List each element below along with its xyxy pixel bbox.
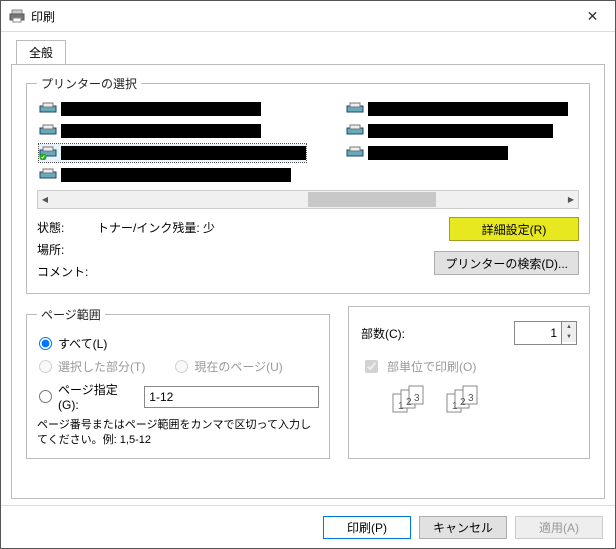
- redacted-text: [368, 102, 568, 116]
- print-dialog: 印刷 ✕ 全般 プリンターの選択: [0, 0, 616, 549]
- copies-input[interactable]: [514, 321, 562, 345]
- dialog-footer: 印刷(P) キャンセル 適用(A): [1, 505, 615, 548]
- redacted-text: [61, 168, 291, 182]
- tab-panel-general: プリンターの選択: [11, 64, 605, 499]
- collate-diagram: 1 2 3 1 2 3: [389, 384, 579, 414]
- printer-selection-legend: プリンターの選択: [37, 75, 141, 92]
- printer-icon: [39, 168, 57, 182]
- collate-label: 部単位で印刷(O): [387, 358, 476, 375]
- printer-item[interactable]: [346, 144, 568, 162]
- find-printer-button[interactable]: プリンターの検索(D)...: [434, 251, 579, 275]
- spinner-down-icon[interactable]: ▼: [562, 332, 576, 342]
- svg-text:1: 1: [398, 401, 404, 412]
- cancel-button[interactable]: キャンセル: [419, 516, 507, 539]
- redacted-text: [61, 124, 261, 138]
- redacted-text: [368, 124, 553, 138]
- printer-item[interactable]: [346, 122, 568, 140]
- printer-default-icon: [39, 146, 57, 160]
- close-icon: ✕: [587, 8, 599, 25]
- radio-all[interactable]: [39, 337, 52, 350]
- scroll-track[interactable]: [52, 192, 564, 207]
- scroll-thumb[interactable]: [308, 192, 436, 207]
- copies-label: 部数(C):: [361, 325, 504, 342]
- printer-item[interactable]: [39, 100, 306, 118]
- comment-label: コメント:: [37, 261, 97, 283]
- pages-input[interactable]: [144, 386, 319, 408]
- dialog-body: 全般 プリンターの選択: [1, 32, 615, 505]
- radio-selection-label: 選択した部分(T): [58, 358, 145, 375]
- svg-text:2: 2: [460, 397, 466, 408]
- printer-selection-group: プリンターの選択: [26, 75, 590, 294]
- copies-group: 部数(C): ▲ ▼ 部単位で印刷(O): [348, 306, 590, 459]
- printer-icon: [346, 124, 364, 138]
- radio-all-label: すべて(L): [58, 335, 107, 352]
- tab-strip: 全般: [11, 40, 605, 65]
- printer-status-block: 状態: トナー/インク残量: 少 場所: コメント:: [37, 217, 434, 283]
- close-button[interactable]: ✕: [570, 1, 615, 31]
- page-range-group: ページ範囲 すべて(L) 選択した部分(T): [26, 306, 330, 459]
- status-value: トナー/インク残量: 少: [97, 217, 215, 239]
- printer-icon: [346, 146, 364, 160]
- svg-text:3: 3: [468, 393, 474, 404]
- scroll-left-arrow[interactable]: ◀: [38, 192, 52, 207]
- print-button[interactable]: 印刷(P): [323, 516, 411, 539]
- spinner-up-icon[interactable]: ▲: [562, 322, 576, 332]
- redacted-text: [368, 146, 508, 160]
- window-title: 印刷: [31, 8, 570, 25]
- printer-icon: [346, 102, 364, 116]
- radio-current-page-label: 現在のページ(U): [194, 358, 282, 375]
- scroll-right-arrow[interactable]: ▶: [564, 192, 578, 207]
- radio-selection: [39, 360, 52, 373]
- horizontal-scrollbar[interactable]: ◀ ▶: [37, 190, 579, 209]
- svg-text:3: 3: [414, 393, 420, 404]
- printer-item-selected[interactable]: [39, 144, 306, 162]
- page-range-legend: ページ範囲: [37, 306, 105, 323]
- titlebar: 印刷 ✕: [1, 1, 615, 32]
- collate-pages-icon: 1 2 3: [443, 384, 487, 414]
- redacted-text: [61, 102, 261, 116]
- printer-icon: [39, 124, 57, 138]
- redacted-text: [61, 146, 306, 160]
- location-label: 場所:: [37, 239, 97, 261]
- svg-text:2: 2: [406, 397, 412, 408]
- collate-checkbox: [365, 360, 378, 373]
- copies-spinner[interactable]: ▲ ▼: [562, 321, 577, 345]
- preferences-button[interactable]: 詳細設定(R): [449, 217, 579, 241]
- page-range-hint: ページ番号またはページ範囲をカンマで区切って入力してください。例: 1,5-12: [37, 418, 319, 448]
- tab-general[interactable]: 全般: [16, 40, 66, 65]
- printer-icon: [39, 102, 57, 116]
- svg-text:1: 1: [452, 401, 458, 412]
- radio-pages-label: ページ指定(G):: [58, 381, 138, 412]
- printer-list[interactable]: [39, 100, 577, 184]
- status-label: 状態:: [37, 217, 97, 239]
- radio-current-page: [175, 360, 188, 373]
- collate-pages-icon: 1 2 3: [389, 384, 433, 414]
- printer-item[interactable]: [346, 100, 568, 118]
- printer-item[interactable]: [39, 166, 306, 184]
- apply-button: 適用(A): [515, 516, 603, 539]
- radio-pages[interactable]: [39, 390, 52, 403]
- printer-icon: [9, 8, 25, 24]
- printer-item[interactable]: [39, 122, 306, 140]
